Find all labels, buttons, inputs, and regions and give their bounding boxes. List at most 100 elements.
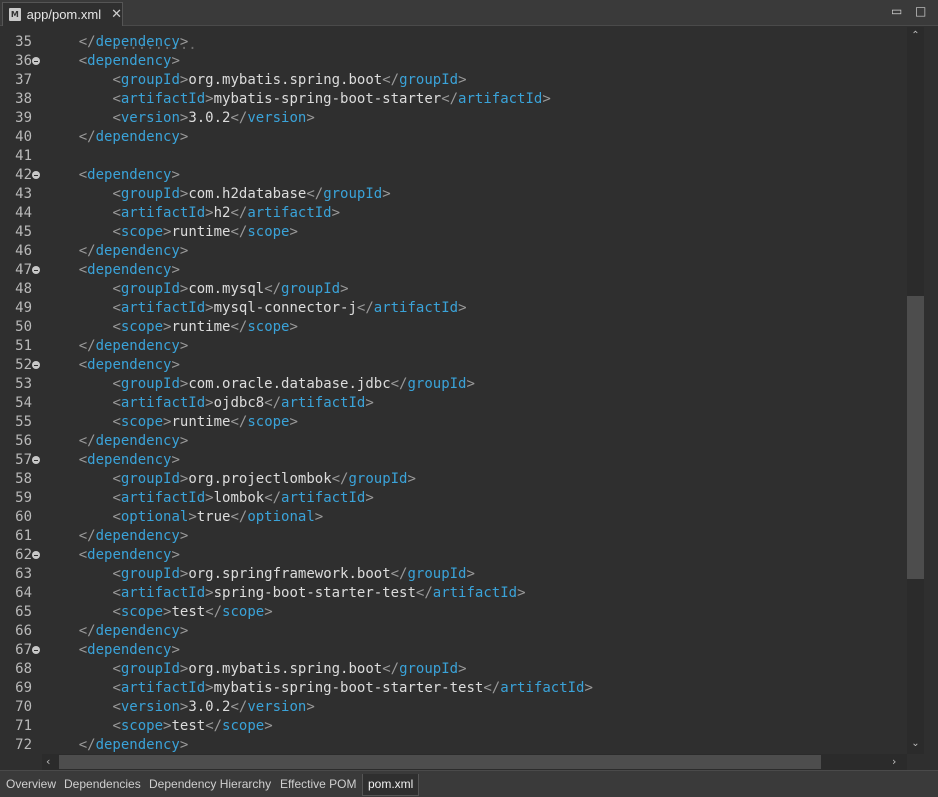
line-number: 60 [15, 509, 32, 525]
close-icon[interactable]: ✕ [111, 7, 122, 22]
xml-bracket: > [205, 585, 214, 601]
line-number: 56 [15, 433, 32, 449]
xml-bracket: > [407, 471, 416, 487]
code-line: 36 <dependency> [0, 52, 907, 71]
page-tab-pom-xml[interactable]: pom.xml [362, 774, 420, 796]
code-text: <optional>true</optional> [45, 508, 323, 527]
xml-bracket: > [458, 300, 467, 316]
xml-value: h2 [213, 205, 231, 221]
page-tab-overview[interactable]: Overview [6, 774, 56, 795]
xml-bracket: < [78, 357, 88, 373]
xml-bracket: </ [230, 205, 248, 221]
scroll-left-icon[interactable]: ‹ [46, 755, 50, 768]
code-text: <scope>runtime</scope> [45, 318, 298, 337]
page-tab-effective-pom[interactable]: Effective POM [280, 774, 356, 795]
code-text: <dependency> [45, 52, 180, 71]
code-editor[interactable]: .......... 35 </dependency> 36 <dependency>… [0, 27, 907, 754]
vertical-scroll-thumb[interactable] [907, 296, 924, 579]
code-line: 66 </dependency> [0, 622, 907, 641]
xml-tag-name: scope [120, 224, 164, 240]
xml-tag-name: dependency [95, 243, 180, 259]
xml-value: mysql-connector-j [213, 300, 357, 316]
xml-bracket: > [205, 91, 214, 107]
xml-bracket: > [205, 490, 214, 506]
code-text: <artifactId>spring-boot-starter-test</ar… [45, 584, 525, 603]
xml-bracket: < [112, 110, 121, 126]
scroll-down-icon[interactable]: ⌄ [907, 738, 924, 749]
line-number: 44 [15, 205, 32, 221]
scroll-up-icon[interactable]: ⌃ [907, 30, 924, 41]
scroll-right-icon[interactable]: › [892, 755, 896, 768]
xml-bracket: < [112, 509, 121, 525]
xml-bracket: > [171, 642, 180, 658]
code-line: 69 <artifactId>mybatis-spring-boot-starte… [0, 679, 907, 698]
code-line: 42 <dependency> [0, 166, 907, 185]
vertical-scrollbar[interactable]: ⌃ ⌄ [907, 27, 924, 754]
code-text: </dependency> [45, 527, 189, 546]
code-text: <dependency> [45, 166, 180, 185]
code-line: 49 <artifactId>mysql-connector-j</artifac… [0, 299, 907, 318]
fold-toggle-icon[interactable] [32, 361, 40, 369]
xml-value: org.projectlombok [188, 471, 332, 487]
line-number: 54 [15, 395, 32, 411]
editor-tab-pom-xml[interactable]: M app/pom.xml ✕ [2, 2, 123, 26]
line-number: 38 [15, 91, 32, 107]
xml-bracket: > [179, 338, 189, 354]
xml-bracket: < [112, 205, 121, 221]
code-line: 52 <dependency> [0, 356, 907, 375]
fold-toggle-icon[interactable] [32, 266, 40, 274]
xml-tag-name: artifactId [281, 395, 366, 411]
xml-bracket: < [112, 376, 121, 392]
page-tab-dependency-hierarchy[interactable]: Dependency Hierarchy [149, 774, 271, 795]
line-number: 68 [15, 661, 32, 677]
maximize-icon[interactable]: □ [915, 4, 926, 18]
code-line: 58 <groupId>org.projectlombok</groupId> [0, 470, 907, 489]
xml-tag-name: scope [120, 319, 164, 335]
xml-value: runtime [171, 414, 231, 430]
line-number: 40 [15, 129, 32, 145]
xml-bracket: </ [78, 129, 96, 145]
code-line: 55 <scope>runtime</scope> [0, 413, 907, 432]
line-number: 61 [15, 528, 32, 544]
code-line: 50 <scope>runtime</scope> [0, 318, 907, 337]
code-text: <artifactId>mybatis-spring-boot-starter<… [45, 90, 550, 109]
fold-toggle-icon[interactable] [32, 57, 40, 65]
horizontal-scrollbar[interactable]: ‹ › [42, 754, 907, 770]
xml-tag-name: version [120, 699, 180, 715]
xml-bracket: < [112, 490, 121, 506]
code-line: 45 <scope>runtime</scope> [0, 223, 907, 242]
xml-tag-name: dependency [95, 528, 180, 544]
xml-tag-name: groupId [281, 281, 341, 297]
xml-tag-name: artifactId [247, 205, 332, 221]
fold-toggle-icon[interactable] [32, 171, 40, 179]
xml-tag-name: artifactId [120, 490, 206, 506]
minimize-icon[interactable]: ▭ [891, 4, 902, 18]
fold-toggle-icon[interactable] [32, 646, 40, 654]
xml-value: true [196, 509, 231, 525]
xml-bracket: < [112, 604, 121, 620]
xml-bracket: > [264, 604, 273, 620]
xml-bracket: </ [230, 414, 248, 430]
line-number: 50 [15, 319, 32, 335]
xml-tag-name: dependency [87, 262, 172, 278]
xml-bracket: </ [230, 509, 248, 525]
fold-toggle-icon[interactable] [32, 551, 40, 559]
line-number: 65 [15, 604, 32, 620]
code-line: 54 <artifactId>ojdbc8</artifactId> [0, 394, 907, 413]
code-line: 62 <dependency> [0, 546, 907, 565]
code-text: <groupId>org.mybatis.spring.boot</groupI… [45, 71, 466, 90]
page-tab-dependencies[interactable]: Dependencies [64, 774, 141, 795]
xml-tag-name: groupId [120, 376, 180, 392]
fold-toggle-icon[interactable] [32, 456, 40, 464]
xml-bracket: > [171, 167, 180, 183]
code-text: <scope>test</scope> [45, 717, 272, 736]
xml-bracket: > [289, 414, 298, 430]
xml-bracket: > [179, 433, 189, 449]
xml-bracket: > [306, 699, 315, 715]
xml-tag-name: dependency [87, 642, 172, 658]
xml-bracket: < [112, 91, 121, 107]
horizontal-scroll-thumb[interactable] [59, 755, 821, 769]
line-number: 72 [15, 737, 32, 753]
xml-bracket: </ [382, 661, 400, 677]
xml-bracket: </ [306, 186, 324, 202]
